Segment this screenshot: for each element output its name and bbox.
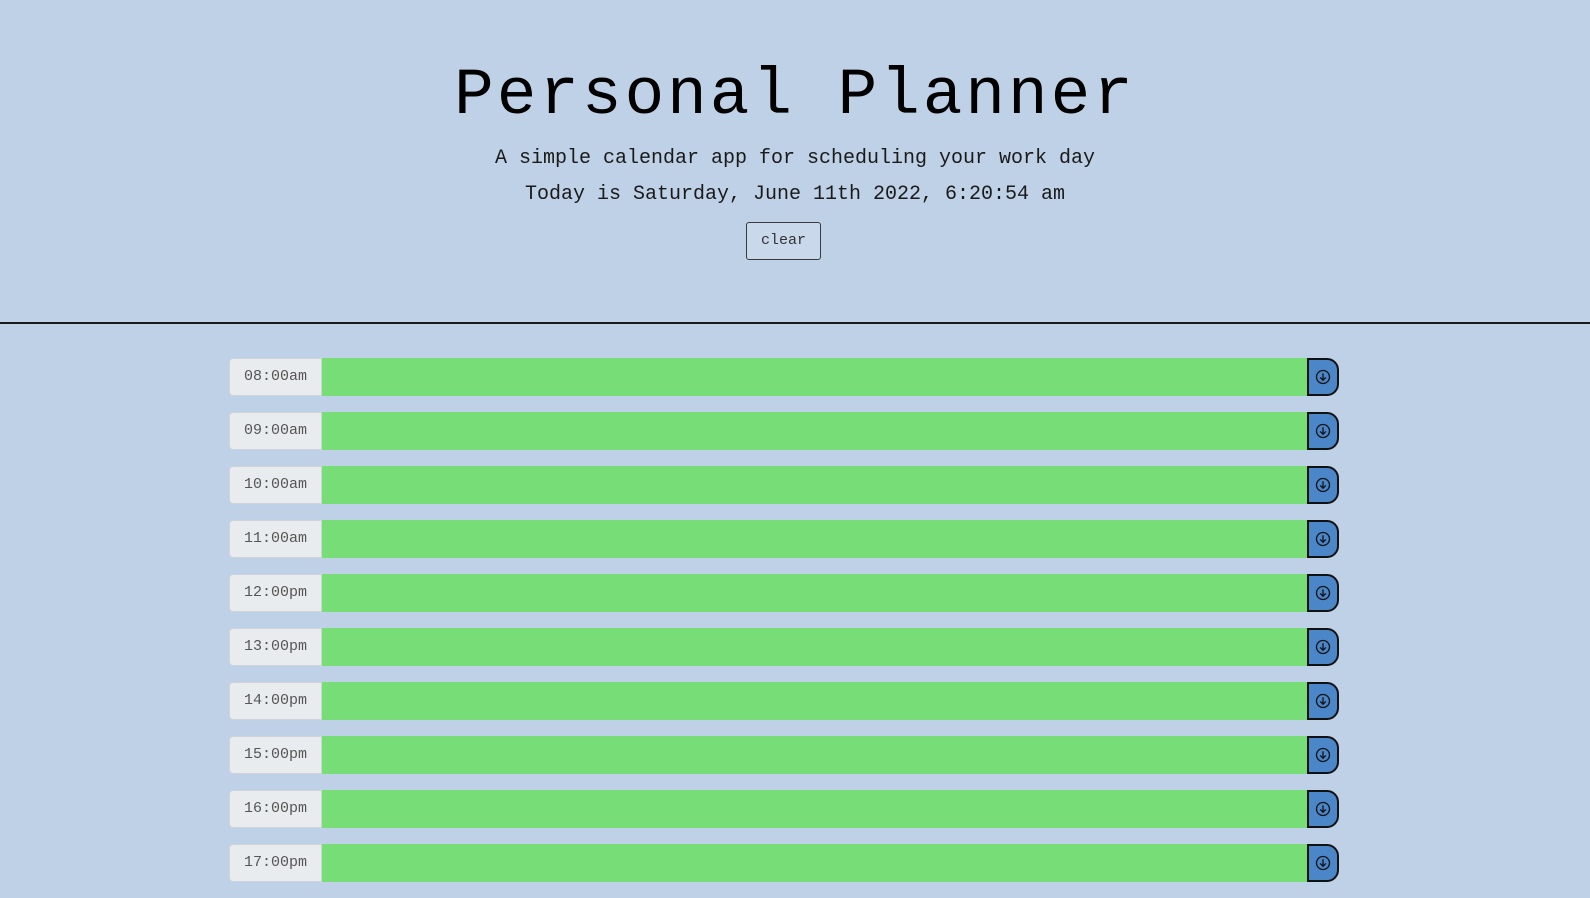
time-block-row: 17:00pm (229, 844, 1339, 882)
arrow-down-circle-icon (1315, 369, 1331, 385)
time-block-row: 12:00pm (229, 574, 1339, 612)
task-input[interactable] (322, 736, 1307, 774)
task-input[interactable] (322, 628, 1307, 666)
hour-label: 09:00am (229, 412, 322, 450)
page-title: Personal Planner (454, 58, 1136, 133)
time-block-row: 13:00pm (229, 628, 1339, 666)
save-button[interactable] (1307, 412, 1339, 450)
task-input[interactable] (322, 520, 1307, 558)
time-block-row: 11:00am (229, 520, 1339, 558)
save-button[interactable] (1307, 574, 1339, 612)
time-block-row: 14:00pm (229, 682, 1339, 720)
task-input[interactable] (322, 358, 1307, 396)
time-block-row: 09:00am (229, 412, 1339, 450)
save-button[interactable] (1307, 790, 1339, 828)
hour-label: 15:00pm (229, 736, 322, 774)
time-block-row: 10:00am (229, 466, 1339, 504)
arrow-down-circle-icon (1315, 747, 1331, 763)
page-header: Personal Planner A simple calendar app f… (0, 0, 1590, 324)
save-button[interactable] (1307, 520, 1339, 558)
current-date-time: Today is Saturday, June 11th 2022, 6:20:… (524, 183, 1066, 206)
task-input[interactable] (322, 412, 1307, 450)
arrow-down-circle-icon (1315, 477, 1331, 493)
hour-label: 13:00pm (229, 628, 322, 666)
time-block-row: 08:00am (229, 358, 1339, 396)
hour-label: 10:00am (229, 466, 322, 504)
time-block-row: 15:00pm (229, 736, 1339, 774)
save-button[interactable] (1307, 466, 1339, 504)
save-button[interactable] (1307, 736, 1339, 774)
arrow-down-circle-icon (1315, 855, 1331, 871)
clear-button[interactable]: clear (746, 222, 821, 260)
time-block-list: 08:00am 09:00am 10:00am 11:00am 12:00pm 13:00… (229, 358, 1339, 898)
save-button[interactable] (1307, 682, 1339, 720)
arrow-down-circle-icon (1315, 531, 1331, 547)
hour-label: 16:00pm (229, 790, 322, 828)
save-button[interactable] (1307, 358, 1339, 396)
arrow-down-circle-icon (1315, 693, 1331, 709)
task-input[interactable] (322, 790, 1307, 828)
arrow-down-circle-icon (1315, 423, 1331, 439)
task-input[interactable] (322, 466, 1307, 504)
arrow-down-circle-icon (1315, 639, 1331, 655)
save-button[interactable] (1307, 628, 1339, 666)
arrow-down-circle-icon (1315, 585, 1331, 601)
arrow-down-circle-icon (1315, 801, 1331, 817)
page-subtitle: A simple calendar app for scheduling you… (494, 147, 1096, 170)
task-input[interactable] (322, 844, 1307, 882)
time-block-row: 16:00pm (229, 790, 1339, 828)
hour-label: 08:00am (229, 358, 322, 396)
hour-label: 11:00am (229, 520, 322, 558)
task-input[interactable] (322, 682, 1307, 720)
hour-label: 14:00pm (229, 682, 322, 720)
hour-label: 17:00pm (229, 844, 322, 882)
save-button[interactable] (1307, 844, 1339, 882)
task-input[interactable] (322, 574, 1307, 612)
hour-label: 12:00pm (229, 574, 322, 612)
